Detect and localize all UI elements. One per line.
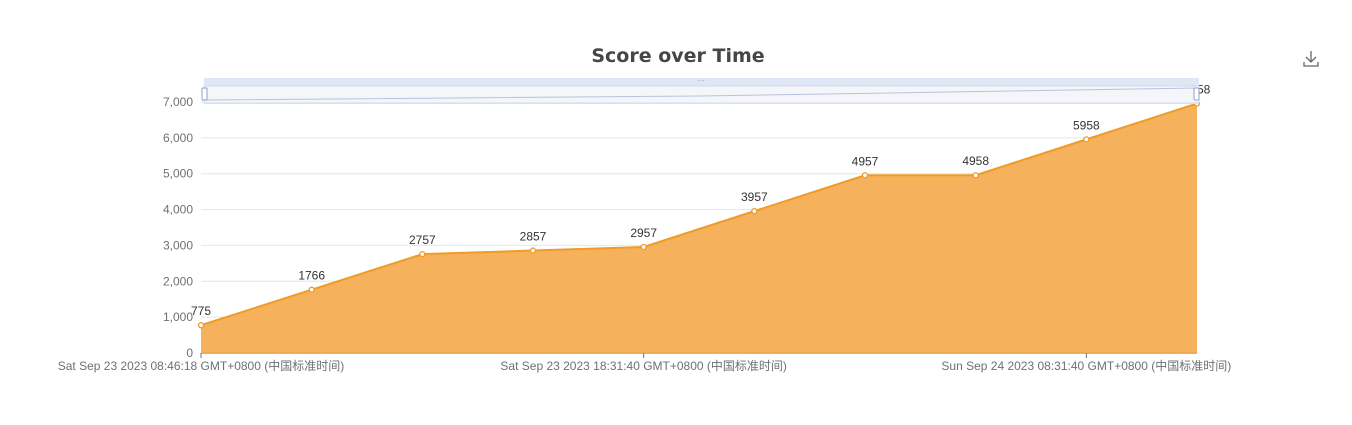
y-tick-label: 1,000 [163,310,193,324]
zoom-handle-right [1193,87,1200,101]
y-axis: 0 1,000 2,000 3,000 4,000 5,000 6,000 7,000 [163,95,193,360]
y-tick-label: 7,000 [163,95,193,109]
data-point [197,322,205,329]
y-tick-label: 2,000 [163,274,193,288]
data-zoom-slider[interactable]: ⋯ [201,76,1200,104]
data-label: 1766 [298,269,325,283]
data-label: 2957 [630,226,657,240]
data-point [861,172,869,179]
y-tick-label: 0 [186,346,193,360]
zoom-grip-icon: ⋯ [697,76,705,85]
data-label: 2757 [409,233,436,247]
data-label: 4957 [852,154,879,168]
data-point [751,207,758,215]
x-tick-label: Sat Sep 23 2023 18:31:40 GMT+0800 (中国标准时… [500,358,786,373]
y-tick-label: 4,000 [163,203,193,217]
series-score [197,100,1201,353]
data-point [529,247,537,254]
data-label: 775 [191,304,211,318]
x-axis: Sat Sep 23 2023 08:46:18 GMT+0800 (中国标准时… [58,352,1231,373]
data-point [419,250,426,258]
data-label: 5958 [1073,118,1100,132]
data-point [972,172,979,179]
zoom-track [203,85,1200,104]
data-point [640,243,647,251]
zoom-handle-left [201,87,208,101]
data-label: 3957 [741,190,768,204]
x-tick-label: Sat Sep 23 2023 08:46:18 GMT+0800 (中国标准时… [58,358,344,373]
x-tick-label: Sun Sep 24 2023 08:31:40 GMT+0800 (中国标准时… [941,358,1231,373]
data-point [1083,136,1090,143]
score-chart: Score over Time 0 1,000 2,000 3,000 4,000 5,0… [58,45,1319,373]
data-label: 4958 [962,154,989,168]
download-icon[interactable] [1303,51,1319,67]
y-tick-label: 5,000 [163,167,193,181]
y-tick-label: 3,000 [163,238,193,252]
data-label: 2857 [520,230,547,244]
chart-title: Score over Time [591,45,764,67]
y-tick-label: 6,000 [163,131,193,145]
data-point [308,286,315,293]
